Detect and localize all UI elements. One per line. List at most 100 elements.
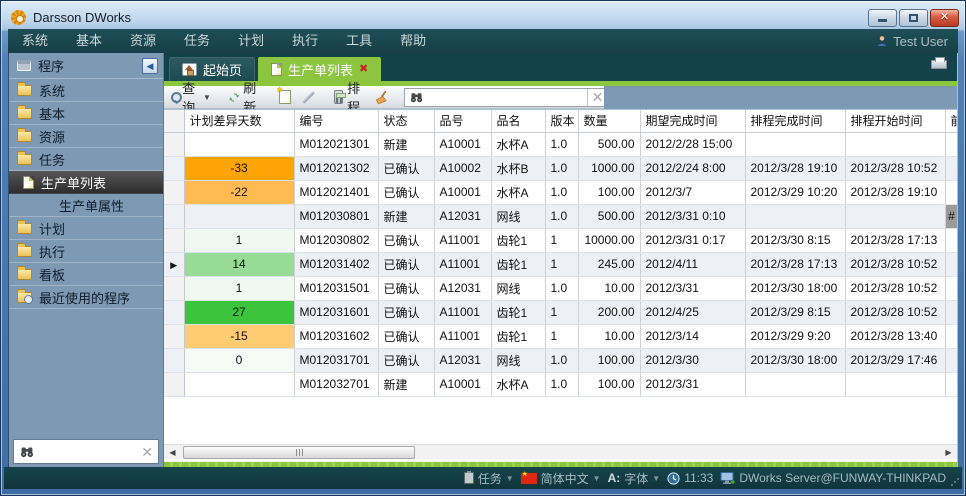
sidebar-collapse-button[interactable]: ◀ <box>142 58 158 74</box>
sidebar-item-label: 生产单列表 <box>41 173 106 192</box>
row-selector[interactable] <box>164 276 184 300</box>
cell-item_name: 网线 <box>491 276 545 300</box>
row-selector[interactable]: ▶ <box>164 252 184 276</box>
menu-item-6[interactable]: 工具 <box>332 29 386 53</box>
row-selector[interactable] <box>164 348 184 372</box>
sidebar-search-box: ✕ <box>13 439 159 464</box>
row-selector[interactable] <box>164 372 184 396</box>
sidebar-item-6[interactable]: 计划 <box>9 217 163 240</box>
minimize-button[interactable] <box>868 9 897 27</box>
clock-status[interactable]: 11:33 <box>667 471 713 485</box>
toolbar-search-input[interactable] <box>428 90 583 104</box>
cell-diff: 14 <box>184 252 294 276</box>
menu-item-4[interactable]: 计划 <box>224 29 278 53</box>
pencil-icon <box>302 91 315 104</box>
column-header-9[interactable]: 排程开始时间 <box>845 110 945 132</box>
chevron-down-icon[interactable]: ▼ <box>203 93 211 102</box>
table-row[interactable]: 27M012031601已确认A11001齿轮11200.002012/4/25… <box>164 300 957 324</box>
table-row[interactable]: 0M012031701已确认A12031网线1.0100.002012/3/30… <box>164 348 957 372</box>
tab-close-icon[interactable]: ✖ <box>359 64 368 75</box>
tab-start-page[interactable]: 起始页 <box>169 57 255 81</box>
printer-icon[interactable] <box>931 60 947 69</box>
row-selector[interactable] <box>164 132 184 156</box>
user-menu[interactable]: Test User <box>876 34 958 49</box>
column-header-2[interactable]: 状态 <box>378 110 434 132</box>
scroll-right-arrow-icon[interactable]: ▶ <box>940 445 957 460</box>
sidebar-item-5[interactable]: 生产单属性 <box>9 194 163 217</box>
folder-clock-icon <box>17 292 32 303</box>
menu-item-5[interactable]: 执行 <box>278 29 332 53</box>
table-row[interactable]: -22M012021401已确认A10001水杯A1.0100.002012/3… <box>164 180 957 204</box>
cell-item_name: 齿轮1 <box>491 300 545 324</box>
column-header-7[interactable]: 期望完成时间 <box>640 110 745 132</box>
menu-item-7[interactable]: 帮助 <box>386 29 440 53</box>
column-header-1[interactable]: 编号 <box>294 110 378 132</box>
new-button[interactable] <box>276 89 294 105</box>
scrollbar-thumb[interactable] <box>183 446 415 459</box>
cell-sched_end <box>745 204 845 228</box>
resize-grip[interactable] <box>950 477 959 486</box>
sidebar-item-label: 基本 <box>39 104 65 123</box>
table-row[interactable]: -15M012031602已确认A11001齿轮1110.002012/3/14… <box>164 324 957 348</box>
column-header-5[interactable]: 版本 <box>545 110 578 132</box>
column-header-4[interactable]: 品名 <box>491 110 545 132</box>
sidebar-search-clear-icon[interactable]: ✕ <box>141 445 153 459</box>
horizontal-scrollbar[interactable]: ◀ ▶ <box>164 444 957 459</box>
column-header-8[interactable]: 排程完成时间 <box>745 110 845 132</box>
folder-icon <box>17 154 32 165</box>
close-button[interactable]: ✕ <box>930 9 959 27</box>
table-row[interactable]: 1M012031501已确认A12031网线1.010.002012/3/312… <box>164 276 957 300</box>
menu-item-3[interactable]: 任务 <box>170 29 224 53</box>
row-selector[interactable] <box>164 324 184 348</box>
sidebar-search-input[interactable] <box>40 445 136 459</box>
table-row[interactable]: 1M012030802已确认A11001齿轮1110000.002012/3/3… <box>164 228 957 252</box>
menu-item-2[interactable]: 资源 <box>116 29 170 53</box>
scroll-left-arrow-icon[interactable]: ◀ <box>164 445 181 460</box>
row-selector[interactable] <box>164 228 184 252</box>
sidebar-item-3[interactable]: 任务 <box>9 148 163 171</box>
column-header-0[interactable]: 计划差异天数 <box>184 110 294 132</box>
table-row[interactable]: ▶14M012031402已确认A11001齿轮11245.002012/4/1… <box>164 252 957 276</box>
row-selector[interactable] <box>164 300 184 324</box>
statusbar: 任务 ▼ 简体中文 ▼ A: 字体 ▼ 11:33 DWorks Server@… <box>4 467 962 489</box>
table-row[interactable]: M012021301新建A10001水杯A1.0500.002012/2/28 … <box>164 132 957 156</box>
maximize-button[interactable] <box>899 9 928 27</box>
row-selector[interactable] <box>164 156 184 180</box>
row-selector[interactable] <box>164 180 184 204</box>
column-header-10[interactable]: 前 <box>945 110 957 132</box>
table-row[interactable]: -33M012021302已确认A10002水杯B1.01000.002012/… <box>164 156 957 180</box>
sidebar-item-9[interactable]: 最近使用的程序 <box>9 286 163 309</box>
column-header-3[interactable]: 品号 <box>434 110 491 132</box>
tab-label: 生产单列表 <box>288 60 353 79</box>
tasks-dropdown[interactable]: 任务 ▼ <box>464 470 514 487</box>
row-selector[interactable] <box>164 204 184 228</box>
sidebar-title: 程序 <box>38 56 64 75</box>
cell-version: 1 <box>545 300 578 324</box>
language-dropdown[interactable]: 简体中文 ▼ <box>521 470 601 487</box>
table-row[interactable]: M012032701新建A10001水杯A1.0100.002012/3/31 <box>164 372 957 396</box>
sidebar-item-2[interactable]: 资源 <box>9 125 163 148</box>
sidebar-item-0[interactable]: 系统 <box>9 79 163 102</box>
sidebar-item-4[interactable]: 生产单列表 <box>9 171 163 194</box>
font-dropdown[interactable]: A: 字体 ▼ <box>608 470 661 487</box>
table-row[interactable]: M012030801新建A12031网线1.0500.002012/3/31 0… <box>164 204 957 228</box>
binoculars-icon <box>409 90 424 105</box>
document-icon <box>23 176 34 189</box>
sidebar-item-1[interactable]: 基本 <box>9 102 163 125</box>
sidebar-item-8[interactable]: 看板 <box>9 263 163 286</box>
column-header-6[interactable]: 数量 <box>578 110 640 132</box>
clean-button[interactable] <box>371 89 392 106</box>
edit-button[interactable] <box>298 95 319 100</box>
cell-status: 已确认 <box>378 252 434 276</box>
cell-sched_end: 2012/3/30 18:00 <box>745 276 845 300</box>
cell-overflow <box>945 228 957 252</box>
select-all-header[interactable] <box>164 110 184 132</box>
sidebar-item-7[interactable]: 执行 <box>9 240 163 263</box>
menu-item-0[interactable]: 系统 <box>8 29 62 53</box>
app-gear-icon <box>11 10 26 25</box>
minimize-icon <box>878 19 887 22</box>
tab-production-order-list[interactable]: 生产单列表 ✖ <box>258 57 381 81</box>
menu-item-1[interactable]: 基本 <box>62 29 116 53</box>
cell-sched_start: 2012/3/28 13:40 <box>845 324 945 348</box>
server-status[interactable]: DWorks Server@FUNWAY-THINKPAD <box>720 471 946 485</box>
